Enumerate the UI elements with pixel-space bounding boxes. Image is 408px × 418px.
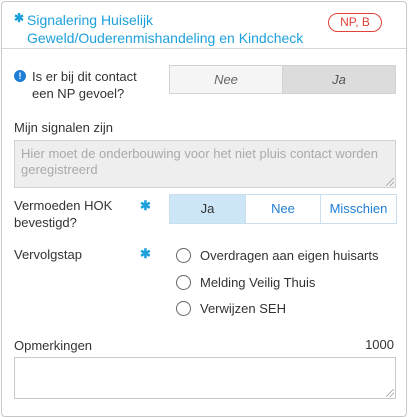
signals-textarea: Hier moet de onderbouwing voor het niet … (14, 140, 396, 188)
required-asterisk-icon: ✱ (14, 11, 25, 25)
required-asterisk-icon: ✱ (140, 246, 151, 261)
radio-label: Verwijzen SEH (200, 300, 286, 316)
signals-label: Mijn signalen zijn (14, 120, 113, 135)
resize-handle-icon[interactable] (386, 389, 394, 397)
panel-title: Signalering Huiselijk Geweld/Ouderenmish… (27, 12, 304, 46)
radio-option-veilig-thuis[interactable]: Melding Veilig Thuis (176, 273, 315, 291)
resize-handle-icon (386, 178, 394, 186)
radio-option-seh[interactable]: Verwijzen SEH (176, 299, 286, 317)
status-badge: NP, B (328, 13, 382, 32)
info-icon: ! (14, 70, 26, 82)
radio-label: Overdragen aan eigen huisarts (200, 247, 379, 263)
signalering-panel: ✱ Signalering Huiselijk Geweld/Ouderenmi… (1, 1, 407, 417)
remarks-label: Opmerkingen (14, 338, 93, 353)
np-option-nee[interactable]: Nee (170, 66, 283, 93)
np-question-label: Is er bij dit contact een NP gevoel? (32, 69, 137, 101)
hok-label: Vermoeden HOK bevestigd? (14, 198, 113, 230)
required-asterisk-icon: ✱ (140, 198, 151, 213)
radio-option-huisarts[interactable]: Overdragen aan eigen huisarts (176, 246, 379, 264)
panel-header: ✱ Signalering Huiselijk Geweld/Ouderenmi… (2, 2, 406, 49)
character-counter: 1000 (365, 337, 394, 352)
next-step-label: Vervolgstap (14, 247, 82, 262)
remarks-textarea[interactable] (14, 357, 396, 399)
np-option-ja[interactable]: Ja (283, 66, 395, 93)
hok-option-misschien[interactable]: Misschien (321, 195, 396, 223)
radio-button[interactable] (176, 247, 191, 263)
hok-toggle: Ja Nee Misschien (169, 194, 397, 224)
radio-label: Melding Veilig Thuis (200, 274, 316, 290)
radio-button[interactable] (176, 300, 191, 316)
np-question-toggle: Nee Ja (169, 65, 396, 94)
hok-option-nee[interactable]: Nee (246, 195, 321, 223)
radio-button[interactable] (176, 274, 191, 290)
signals-placeholder: Hier moet de onderbouwing voor het niet … (21, 146, 378, 177)
hok-option-ja[interactable]: Ja (170, 195, 246, 223)
